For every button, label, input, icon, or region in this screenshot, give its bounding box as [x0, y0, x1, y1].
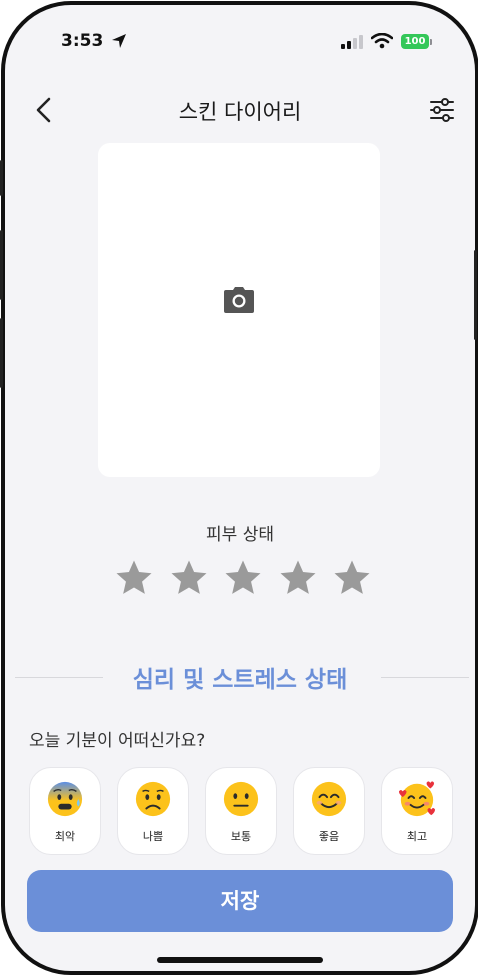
neutral-face-icon — [223, 781, 259, 817]
mood-label: 보통 — [230, 830, 252, 843]
power-button — [474, 250, 477, 340]
star-icon[interactable] — [331, 557, 373, 599]
mood-option-bad[interactable]: 나쁨 — [117, 767, 189, 855]
skin-condition-label: 피부 상태 — [206, 525, 274, 545]
cellular-signal-icon — [341, 35, 363, 49]
mood-label: 최악 — [54, 830, 76, 843]
volume-down-button — [0, 318, 3, 388]
section-divider-right — [381, 677, 469, 678]
mood-label: 좋음 — [318, 830, 340, 843]
battery-indicator: 100 — [401, 34, 429, 49]
mood-question: 오늘 기분이 어떠신가요? — [29, 731, 206, 751]
mood-label: 나쁨 — [142, 830, 164, 843]
mood-label: 최고 — [406, 830, 428, 843]
phone-frame: 3:53 100 스킨 다이어리 피부 상태 심리 및 스트레스 상태 오늘 기… — [1, 1, 478, 975]
smiling-face-with-hearts-icon — [398, 781, 436, 817]
save-button[interactable]: 저장 — [27, 870, 453, 932]
battery-cap — [430, 39, 432, 45]
mood-options: 최악 나쁨 보통 좋음 최고 — [29, 767, 453, 859]
status-bar: 3:53 100 — [5, 5, 475, 75]
status-time: 3:53 — [61, 31, 104, 51]
worried-face-icon — [135, 781, 171, 817]
photo-upload-area[interactable] — [98, 143, 380, 477]
volume-up-button — [0, 230, 3, 300]
star-icon[interactable] — [113, 557, 155, 599]
smiling-face-icon — [311, 781, 347, 817]
mood-option-good[interactable]: 좋음 — [293, 767, 365, 855]
mood-option-best[interactable]: 최고 — [381, 767, 453, 855]
action-button — [0, 160, 3, 196]
nav-bar: 스킨 다이어리 — [5, 85, 475, 135]
page-title: 스킨 다이어리 — [178, 100, 302, 124]
wifi-icon — [371, 33, 393, 49]
mood-option-neutral[interactable]: 보통 — [205, 767, 277, 855]
anxious-sweat-face-icon — [47, 781, 83, 817]
home-indicator — [157, 957, 323, 963]
location-arrow-icon — [112, 34, 126, 48]
skin-rating-stars — [113, 557, 373, 601]
filter-sliders-icon[interactable] — [429, 97, 455, 123]
star-icon[interactable] — [222, 557, 264, 599]
mood-option-worst[interactable]: 최악 — [29, 767, 101, 855]
star-icon[interactable] — [168, 557, 210, 599]
camera-icon — [224, 287, 254, 313]
star-icon[interactable] — [277, 557, 319, 599]
